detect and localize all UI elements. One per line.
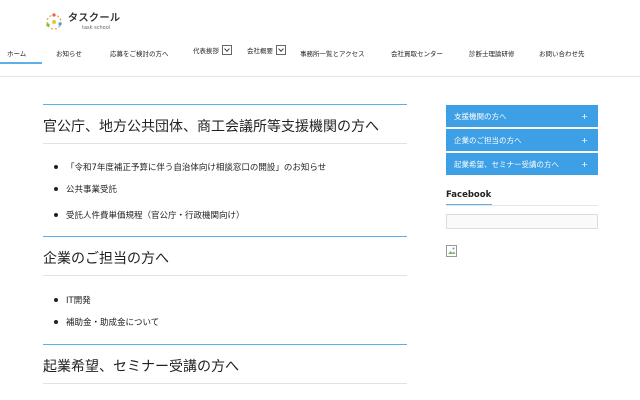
nav-greeting[interactable]: 代表挨拶 bbox=[193, 45, 232, 55]
facebook-heading-divider bbox=[446, 205, 598, 206]
section-companies: 企業のご担当の方へ IT開発 補助金・助成金について bbox=[43, 236, 407, 328]
nav-training[interactable]: 診断士理論研修 bbox=[469, 48, 515, 58]
logo-icon bbox=[44, 12, 64, 32]
chevron-down-icon[interactable] bbox=[276, 45, 286, 55]
section-title: 官公庁、地方公共団体、商工会議所等支援機関の方へ bbox=[43, 119, 379, 135]
section-header: 官公庁、地方公共団体、商工会議所等支援機関の方へ bbox=[43, 104, 407, 144]
section-header: 起業希望、セミナー受講の方へ bbox=[43, 344, 407, 384]
sidebar-item-support-agencies[interactable]: 支援機関の方へ + bbox=[446, 105, 598, 127]
nav-contact[interactable]: お問い合わせ先 bbox=[539, 48, 585, 58]
section-list: 「令和7年度補正予算に伴う自治体向け相談窓口の開設」のお知らせ 公共事業受託 受… bbox=[43, 161, 407, 221]
section-list: IT開発 補助金・助成金について bbox=[43, 294, 407, 328]
section-header: 企業のご担当の方へ bbox=[43, 236, 407, 276]
facebook-embed[interactable] bbox=[446, 214, 598, 229]
plus-icon[interactable]: + bbox=[581, 136, 588, 145]
plus-icon[interactable]: + bbox=[581, 112, 588, 121]
section-public-agencies: 官公庁、地方公共団体、商工会議所等支援機関の方へ 「令和7年度補正予算に伴う自治… bbox=[43, 104, 407, 221]
list-item[interactable]: IT開発 bbox=[54, 294, 407, 306]
main-nav: ホーム お知らせ 応募をご検討の方へ 代表挨拶 会社概要 事務所一覧とアクセス … bbox=[0, 44, 640, 66]
section-startups: 起業希望、セミナー受講の方へ bbox=[43, 344, 407, 384]
sidebar-item-label: 支援機関の方へ bbox=[454, 111, 507, 121]
nav-company[interactable]: 会社概要 bbox=[247, 45, 286, 55]
nav-news[interactable]: お知らせ bbox=[56, 48, 82, 58]
section-title: 起業希望、セミナー受講の方へ bbox=[43, 359, 239, 375]
logo-title: タスクール bbox=[68, 12, 121, 24]
list-item[interactable]: 受託人件費単価規程（官公庁・行政機関向け） bbox=[54, 209, 407, 221]
nav-buyout-center[interactable]: 会社買取センター bbox=[391, 48, 443, 58]
sidebar-item-companies[interactable]: 企業のご担当の方へ + bbox=[446, 129, 598, 151]
section-title: 企業のご担当の方へ bbox=[43, 251, 169, 267]
nav-home[interactable]: ホーム bbox=[7, 48, 26, 58]
sidebar-item-label: 起業希望、セミナー受講の方へ bbox=[454, 159, 559, 169]
sidebar-menu: 支援機関の方へ + 企業のご担当の方へ + 起業希望、セミナー受講の方へ + bbox=[446, 105, 598, 177]
plus-icon[interactable]: + bbox=[581, 160, 588, 169]
nav-applicants[interactable]: 応募をご検討の方へ bbox=[110, 48, 169, 58]
list-item[interactable]: 「令和7年度補正予算に伴う自治体向け相談窓口の開設」のお知らせ bbox=[54, 161, 407, 173]
sidebar-item-label: 企業のご担当の方へ bbox=[454, 135, 522, 145]
list-item[interactable]: 公共事業受託 bbox=[54, 183, 407, 195]
sidebar-item-startups[interactable]: 起業希望、セミナー受講の方へ + bbox=[446, 153, 598, 175]
chevron-down-icon[interactable] bbox=[222, 45, 232, 55]
list-item[interactable]: 補助金・助成金について bbox=[54, 316, 407, 328]
site-logo[interactable]: タスクール task school bbox=[44, 10, 124, 34]
facebook-heading: Facebook bbox=[446, 190, 492, 200]
header-divider bbox=[0, 76, 640, 77]
logo-subtitle: task school bbox=[82, 24, 111, 31]
broken-image-icon bbox=[446, 244, 460, 258]
nav-active-indicator bbox=[0, 62, 42, 64]
nav-offices[interactable]: 事務所一覧とアクセス bbox=[300, 48, 365, 58]
